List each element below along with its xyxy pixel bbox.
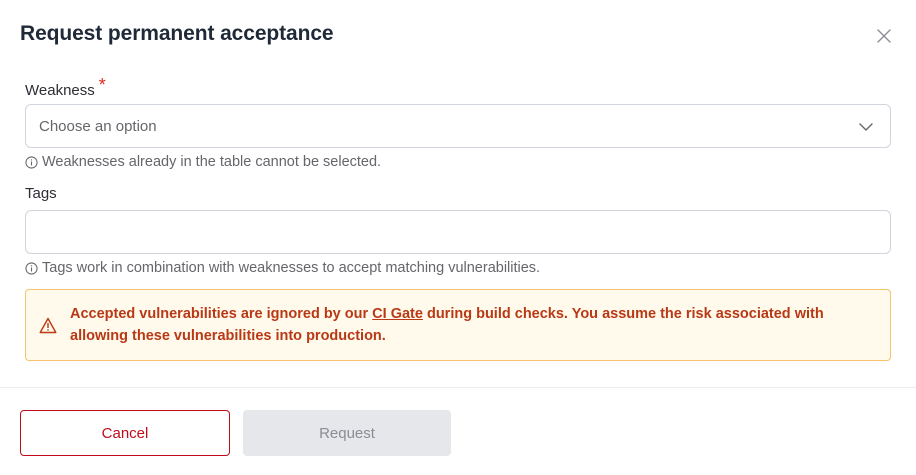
info-icon — [25, 155, 38, 169]
ci-gate-link[interactable]: CI Gate — [372, 306, 423, 322]
info-icon — [25, 261, 38, 275]
warning-message: Accepted vulnerabilities are ignored by … — [70, 303, 870, 347]
footer-divider — [0, 387, 916, 388]
tags-hint-text: Tags work in combination with weaknesses… — [42, 260, 541, 276]
weakness-select-placeholder: Choose an option — [39, 117, 157, 135]
warning-icon — [39, 317, 57, 334]
weakness-label-text: Weakness — [25, 82, 95, 99]
weakness-label: Weakness * — [25, 75, 106, 100]
tags-label: Tags — [25, 185, 57, 202]
weakness-hint-text: Weaknesses already in the table cannot b… — [42, 154, 382, 170]
request-button[interactable]: Request — [243, 410, 451, 456]
required-mark: * — [98, 75, 106, 95]
close-button[interactable] — [874, 26, 894, 46]
chevron-down-icon — [859, 123, 873, 131]
warning-text-before: Accepted vulnerabilities are ignored by … — [70, 306, 373, 322]
request-acceptance-dialog: Request permanent acceptance Weakness * C… — [0, 0, 916, 475]
weakness-select[interactable]: Choose an option — [25, 104, 891, 148]
cancel-button[interactable]: Cancel — [20, 410, 230, 456]
close-icon — [877, 29, 891, 43]
warning-alert: Accepted vulnerabilities are ignored by … — [25, 289, 891, 361]
weakness-hint: Weaknesses already in the table cannot b… — [25, 154, 381, 170]
dialog-title: Request permanent acceptance — [20, 22, 334, 45]
tags-input[interactable] — [25, 210, 891, 254]
tags-hint: Tags work in combination with weaknesses… — [25, 260, 540, 276]
